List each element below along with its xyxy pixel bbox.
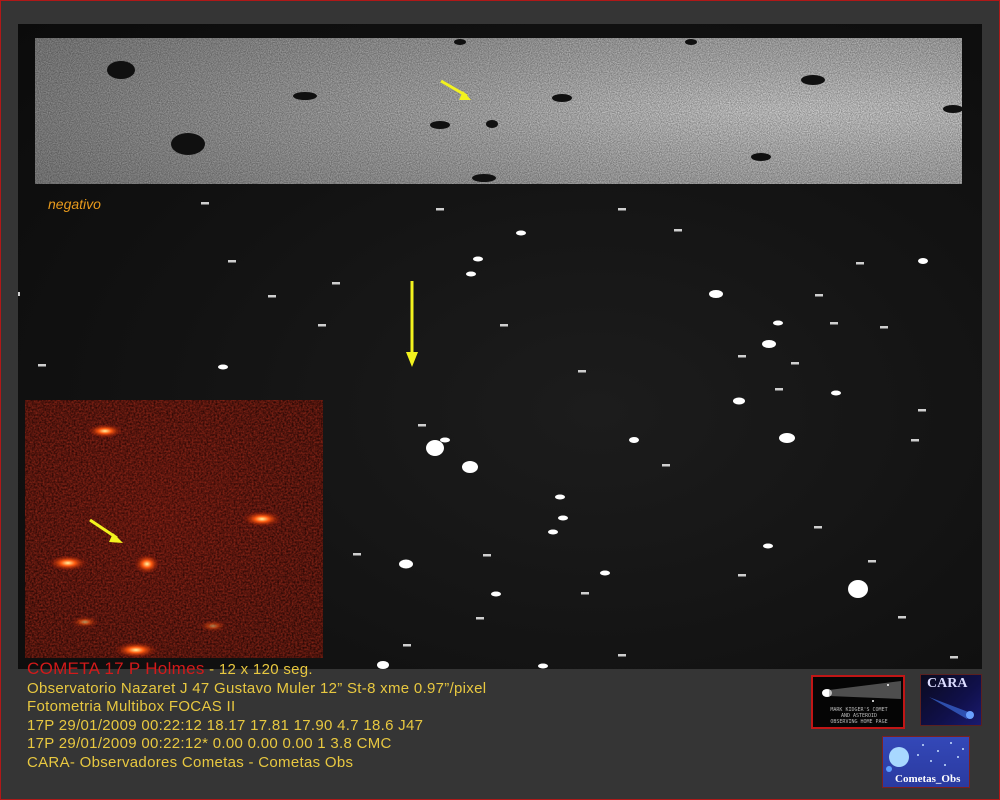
star: [629, 437, 639, 443]
observation-info: COMETA 17 P Holmes - 12 x 120 seg. Obser…: [27, 659, 807, 772]
bright-star: [779, 433, 795, 443]
star: [918, 258, 928, 264]
bright-star: [733, 397, 745, 405]
cometas-obs-logo[interactable]: Cometas_Obs: [882, 736, 970, 788]
cara-logo[interactable]: CARA: [920, 674, 982, 726]
measurement-line-cmc: 17P 29/01/2009 00:22:12* 0.00 0.00 0.00 …: [27, 735, 392, 752]
observatory-line: Observatorio Nazaret J 47 Gustavo Muler …: [27, 679, 487, 697]
bright-star: [762, 340, 776, 348]
star: [831, 390, 841, 396]
star: [555, 494, 565, 500]
measurement-line: 17P 29/01/2009 00:22:12 18.17 17.81 17.9…: [27, 716, 424, 734]
comet-title: COMETA 17 P Holmes: [27, 659, 205, 678]
star: [218, 364, 228, 370]
star: [516, 230, 526, 236]
star: [548, 529, 558, 535]
bright-star: [399, 559, 413, 569]
star: [466, 271, 476, 277]
star: [600, 570, 610, 576]
cara-comet-icon: [929, 697, 974, 719]
info-title-line: COMETA 17 P Holmes - 12 x 120 seg.: [27, 659, 807, 680]
bright-star: [426, 440, 444, 456]
credits-line: CARA- Observadores Cometas - Cometas Obs: [27, 753, 354, 771]
bright-star: [462, 461, 478, 473]
negative-star-field: [35, 38, 962, 184]
star: [491, 591, 501, 597]
negative-caption: negativo: [48, 196, 101, 212]
star: [558, 515, 568, 521]
star: [473, 256, 483, 262]
kidger-logo-text: MARK KIDGER'S COMET AND ASTEROID OBSERVI…: [830, 707, 888, 725]
cometas-obs-text: Cometas_Obs: [895, 773, 961, 785]
bright-star: [709, 290, 723, 298]
kidger-comet-page-logo[interactable]: MARK KIDGER'S COMET AND ASTEROID OBSERVI…: [811, 675, 905, 729]
bright-star: [848, 580, 868, 598]
comet-pointer-arrow: [406, 281, 418, 367]
star: [440, 437, 450, 443]
inset-star-field: [25, 400, 323, 658]
star: [773, 320, 783, 326]
photometry-line: Fotometria Multibox FOCAS II: [27, 698, 236, 715]
star: [763, 543, 773, 549]
processed-comet-inset: [25, 400, 323, 658]
comet-thumbnail-icon: [822, 681, 901, 702]
exposure-info: - 12 x 120 seg.: [204, 661, 313, 678]
negative-image: [35, 38, 962, 184]
